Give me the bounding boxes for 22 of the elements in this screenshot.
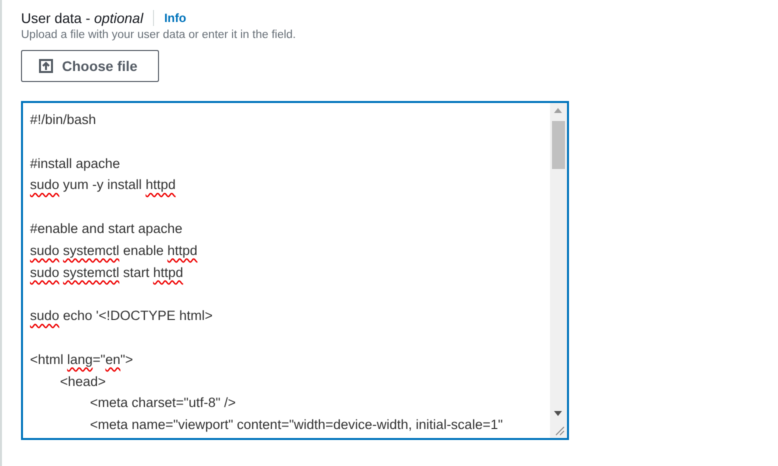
field-label: User data - optional	[21, 10, 144, 26]
info-link[interactable]: Info	[164, 11, 186, 25]
resize-grip-icon[interactable]	[555, 426, 565, 436]
upload-icon	[39, 59, 53, 73]
code-line: <meta charset="utf-8" />	[90, 394, 236, 412]
code-line: #install apache	[30, 154, 120, 173]
scroll-thumb[interactable]	[552, 121, 565, 169]
field-description: Upload a file with your user data or enter it in the field.	[21, 29, 297, 41]
scrollbar[interactable]	[550, 103, 567, 438]
code-line: <meta name="viewport" content="width=device-width, initial-scale=1"	[90, 416, 503, 434]
choose-file-button[interactable]: Choose file	[21, 50, 159, 82]
code-line: <html lang="en">	[30, 350, 134, 369]
code-line: <head>	[60, 372, 106, 391]
code-line: #enable and start apache	[30, 220, 182, 238]
code-line: sudo systemctl enable httpd	[30, 242, 198, 260]
code-line: sudo echo '<!DOCTYPE html>	[30, 307, 213, 326]
scroll-up-icon[interactable]	[554, 108, 562, 113]
scroll-down-icon[interactable]	[554, 411, 562, 416]
code-line: sudo systemctl start httpd	[30, 264, 184, 282]
code-line: sudo yum -y install httpd	[30, 176, 176, 194]
user-data-field[interactable]	[21, 101, 569, 440]
code-line: #!/bin/bash	[30, 111, 96, 129]
